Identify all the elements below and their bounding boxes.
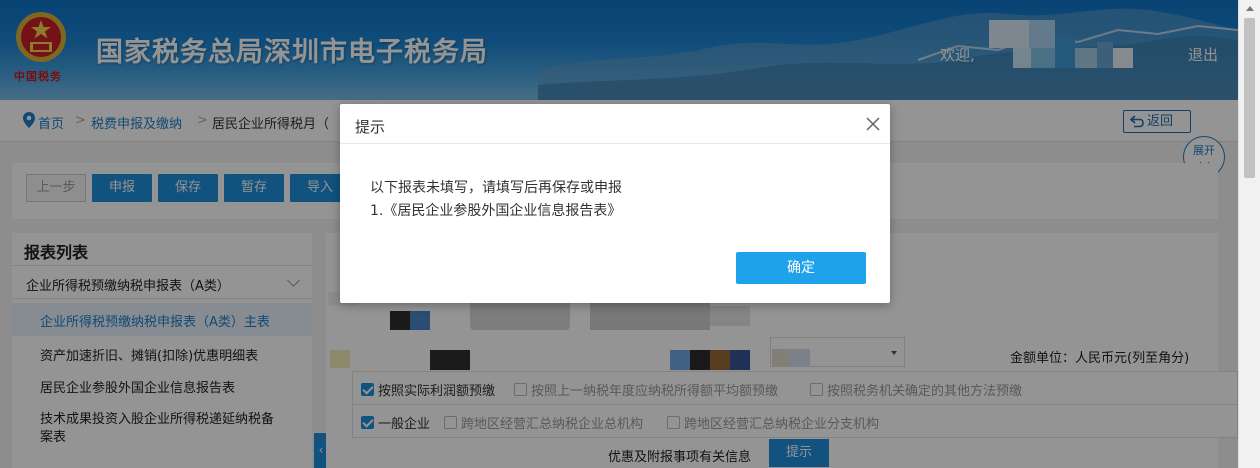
scroll-up-icon[interactable] (1246, 6, 1254, 11)
close-icon[interactable] (864, 115, 882, 133)
prompt-dialog: 提示 以下报表未填写，请填写后再保存或申报 1.《居民企业参股外国企业信息报告表… (340, 104, 890, 303)
dialog-title: 提示 (355, 118, 386, 136)
dialog-divider (340, 143, 890, 144)
ok-button[interactable]: 确定 (736, 252, 866, 284)
scrollbar-thumb[interactable] (1244, 18, 1255, 178)
dialog-message-line2: 1.《居民企业参股外国企业信息报告表》 (370, 203, 622, 219)
dialog-message-line1: 以下报表未填写，请填写后再保存或申报 (370, 180, 622, 196)
page-scrollbar[interactable] (1238, 0, 1260, 468)
